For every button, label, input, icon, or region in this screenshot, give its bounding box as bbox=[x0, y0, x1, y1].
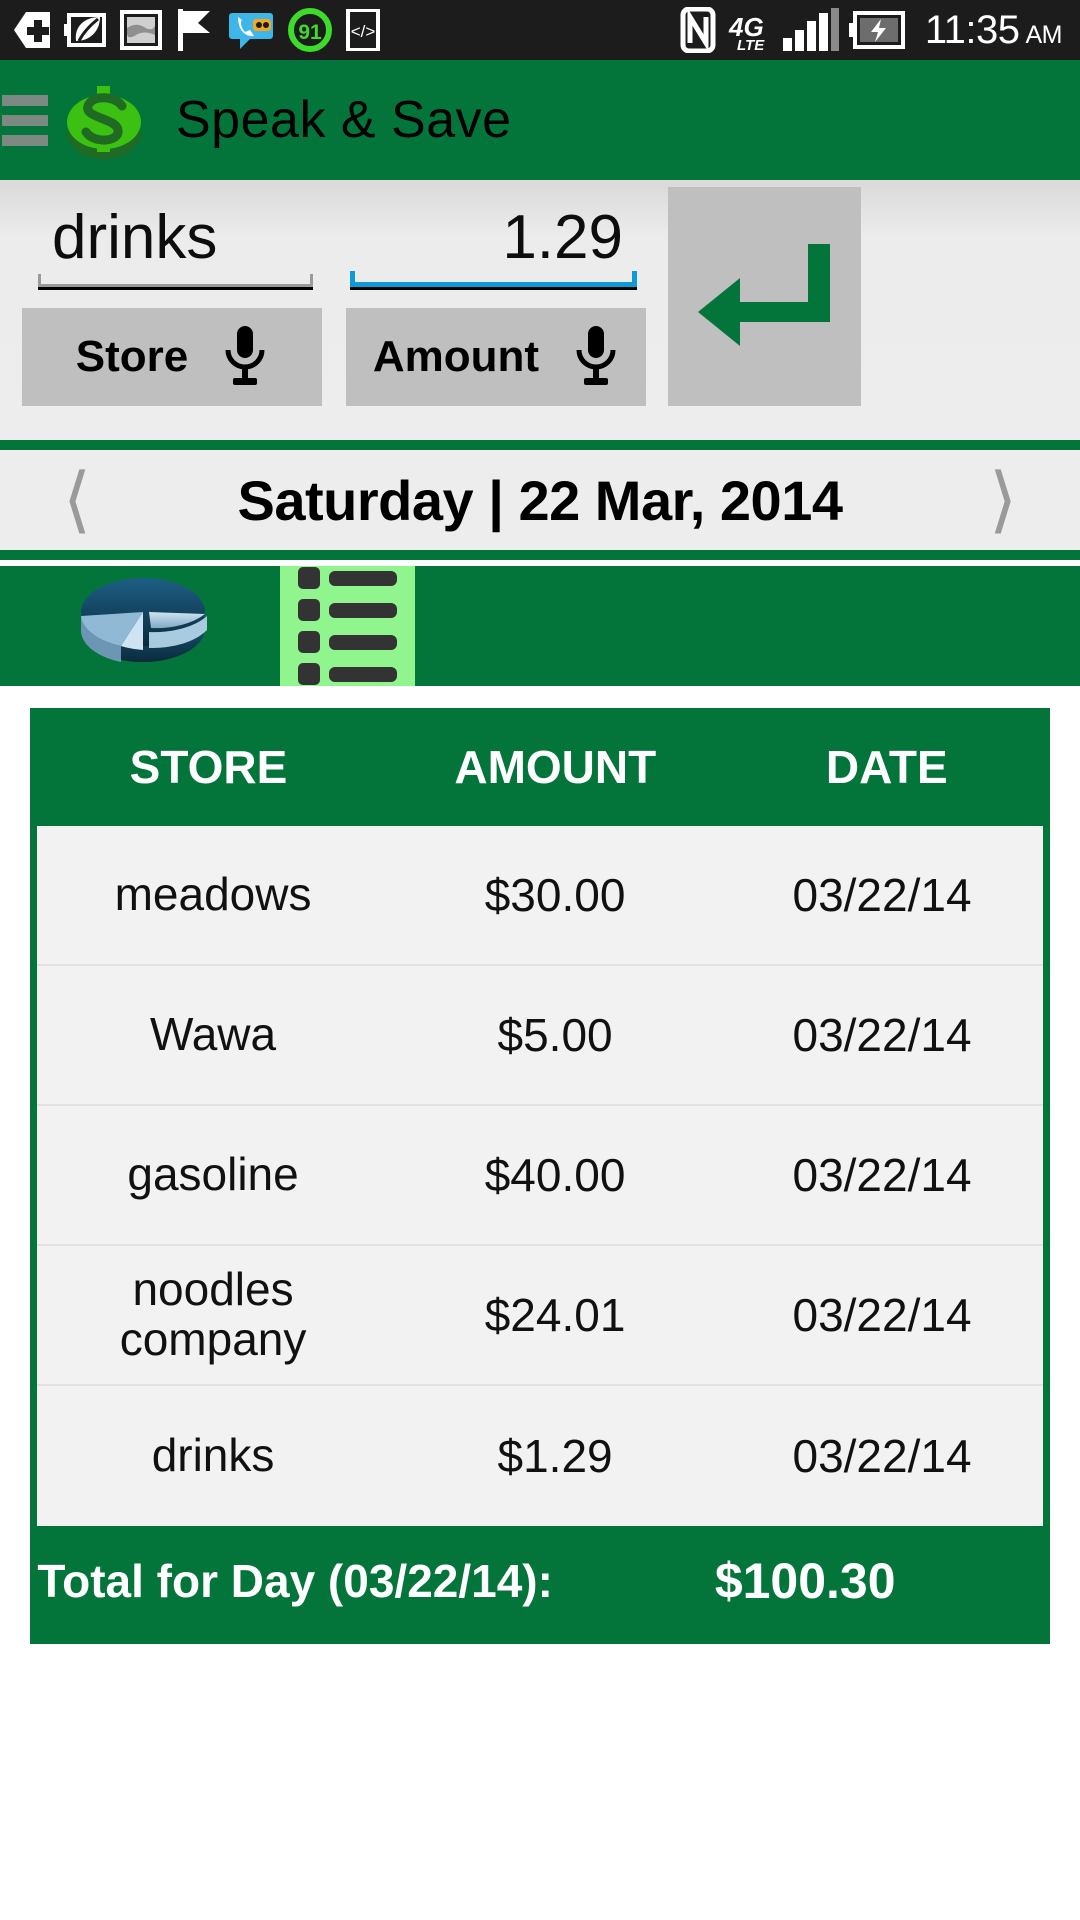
medical-cross-icon bbox=[14, 10, 50, 50]
tab-list[interactable] bbox=[280, 566, 415, 686]
photo-icon bbox=[120, 10, 162, 50]
status-bar-system-icons: 4G LTE 11:35 AM bbox=[679, 7, 1062, 53]
table-footer-total: Total for Day (03/22/14): $100.30 bbox=[30, 1526, 1050, 1644]
amount-underline-tick-left bbox=[350, 271, 355, 287]
status-bar-clock: 11:35 AM bbox=[924, 7, 1063, 53]
view-tabs bbox=[0, 566, 1080, 686]
app-bar: Speak & Save bbox=[0, 60, 1080, 180]
cell-date: 03/22/14 bbox=[792, 1149, 972, 1201]
total-value: $100.30 bbox=[714, 1553, 896, 1609]
voicemail-icon bbox=[228, 9, 274, 51]
nfc-icon bbox=[679, 7, 717, 53]
clock-time: 11:35 bbox=[924, 7, 1020, 52]
amount-underline-tick-right bbox=[632, 271, 637, 287]
store-voice-button-label: Store bbox=[75, 332, 189, 381]
cell-amount: $40.00 bbox=[484, 1149, 626, 1201]
cell-amount: $1.29 bbox=[497, 1430, 613, 1482]
store-underline-tick-right bbox=[310, 274, 313, 287]
divider-top bbox=[0, 440, 1080, 450]
current-date-label: Saturday | 22 Mar, 2014 bbox=[237, 468, 843, 532]
list-icon bbox=[298, 567, 397, 685]
flag-icon bbox=[176, 9, 214, 51]
store-input-underline bbox=[38, 284, 313, 287]
table-row[interactable]: meadows $30.00 03/22/14 bbox=[37, 826, 1043, 966]
amount-voice-button[interactable]: Amount bbox=[346, 308, 646, 406]
divider-bottom bbox=[0, 550, 1080, 560]
total-label: Total for Day (03/22/14): bbox=[37, 1554, 553, 1607]
code-brackets-icon: </> bbox=[346, 9, 380, 51]
tab-pie-chart[interactable] bbox=[12, 566, 280, 686]
leaf-battery-icon bbox=[64, 11, 106, 49]
signal-bars-icon bbox=[782, 8, 839, 52]
battery-charging-icon bbox=[848, 11, 905, 49]
hamburger-menu-icon[interactable] bbox=[0, 94, 52, 146]
cell-store: gasoline bbox=[127, 1148, 299, 1201]
network-type-icon: 4G LTE bbox=[727, 8, 773, 52]
column-header-store: STORE bbox=[129, 741, 288, 793]
amount-input-underline bbox=[350, 282, 637, 287]
column-header-date: DATE bbox=[825, 741, 948, 793]
store-input-value: drinks bbox=[52, 203, 218, 272]
enter-return-arrow-icon bbox=[690, 224, 840, 369]
clock-meridiem: AM bbox=[1025, 20, 1063, 49]
status-bar-notification-icons: 91 </> bbox=[14, 8, 679, 52]
microphone-icon bbox=[222, 324, 268, 391]
expenses-table: STORE AMOUNT DATE meadows $30.00 03/22/1… bbox=[30, 708, 1050, 1644]
cell-store: drinks bbox=[151, 1429, 275, 1482]
date-navigator: ⟨ Saturday | 22 Mar, 2014 ⟩ bbox=[0, 450, 1080, 550]
store-voice-button[interactable]: Store bbox=[22, 308, 322, 406]
pie-chart-icon bbox=[51, 570, 241, 683]
cell-store: Wawa bbox=[149, 1008, 277, 1061]
table-row[interactable]: Wawa $5.00 03/22/14 bbox=[37, 966, 1043, 1106]
microphone-icon bbox=[573, 324, 619, 391]
chevron-right-icon[interactable]: ⟩ bbox=[968, 464, 1038, 536]
table-row[interactable]: noodles company $24.01 03/22/14 bbox=[37, 1246, 1043, 1386]
tab-strip-spacer bbox=[415, 566, 1080, 686]
table-row[interactable]: gasoline $40.00 03/22/14 bbox=[37, 1106, 1043, 1246]
store-underline-tick-left bbox=[38, 274, 41, 287]
column-header-amount: AMOUNT bbox=[454, 741, 657, 793]
svg-text:</>: </> bbox=[351, 22, 376, 41]
store-input[interactable]: drinks bbox=[38, 202, 313, 290]
amount-input[interactable]: 1.29 bbox=[350, 202, 637, 290]
cell-amount: $5.00 bbox=[497, 1009, 613, 1061]
cell-store: noodles company bbox=[119, 1263, 307, 1365]
dollar-sign-logo bbox=[58, 74, 150, 166]
status-bar: 91 </> 4G LTE 11:35 AM bbox=[0, 0, 1080, 60]
cell-date: 03/22/14 bbox=[792, 1430, 972, 1482]
entry-form: drinks 1.29 Store Amount bbox=[0, 180, 1080, 440]
chevron-left-icon[interactable]: ⟨ bbox=[42, 464, 112, 536]
cell-date: 03/22/14 bbox=[792, 1009, 972, 1061]
cell-amount: $30.00 bbox=[484, 869, 626, 921]
table-header-row: STORE AMOUNT DATE bbox=[30, 708, 1050, 826]
svg-text:91: 91 bbox=[298, 21, 322, 44]
amount-voice-button-label: Amount bbox=[372, 332, 540, 381]
cell-amount: $24.01 bbox=[484, 1289, 626, 1341]
svg-text:LTE: LTE bbox=[737, 37, 765, 52]
cell-date: 03/22/14 bbox=[792, 869, 972, 921]
cell-date: 03/22/14 bbox=[792, 1289, 972, 1341]
submit-entry-button[interactable] bbox=[668, 187, 861, 406]
cell-store: meadows bbox=[114, 868, 312, 921]
page-title: Speak & Save bbox=[176, 91, 512, 149]
table-row[interactable]: drinks $1.29 03/22/14 bbox=[37, 1386, 1043, 1526]
amount-input-value: 1.29 bbox=[502, 203, 623, 272]
table-body: meadows $30.00 03/22/14 Wawa $5.00 03/22… bbox=[37, 826, 1043, 1526]
battery-percent-icon: 91 bbox=[288, 8, 332, 52]
